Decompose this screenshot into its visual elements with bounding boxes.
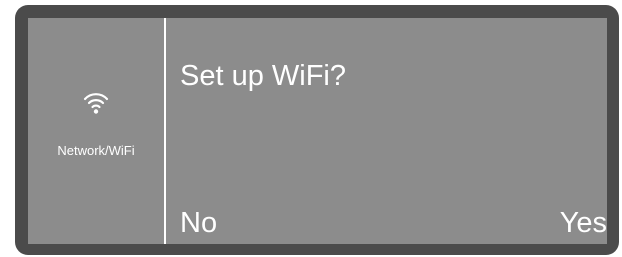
display-screen: Network/WiFi Set up WiFi? No Yes: [28, 18, 607, 244]
device-bezel: Network/WiFi Set up WiFi? No Yes: [15, 5, 619, 255]
wifi-icon: [82, 90, 110, 114]
dialog-prompt: Set up WiFi?: [180, 60, 346, 92]
no-button[interactable]: No: [180, 206, 217, 240]
yes-button[interactable]: Yes: [560, 206, 607, 240]
sidebar: Network/WiFi: [28, 18, 164, 244]
sidebar-label: Network/WiFi: [57, 143, 135, 158]
divider: [164, 18, 166, 244]
